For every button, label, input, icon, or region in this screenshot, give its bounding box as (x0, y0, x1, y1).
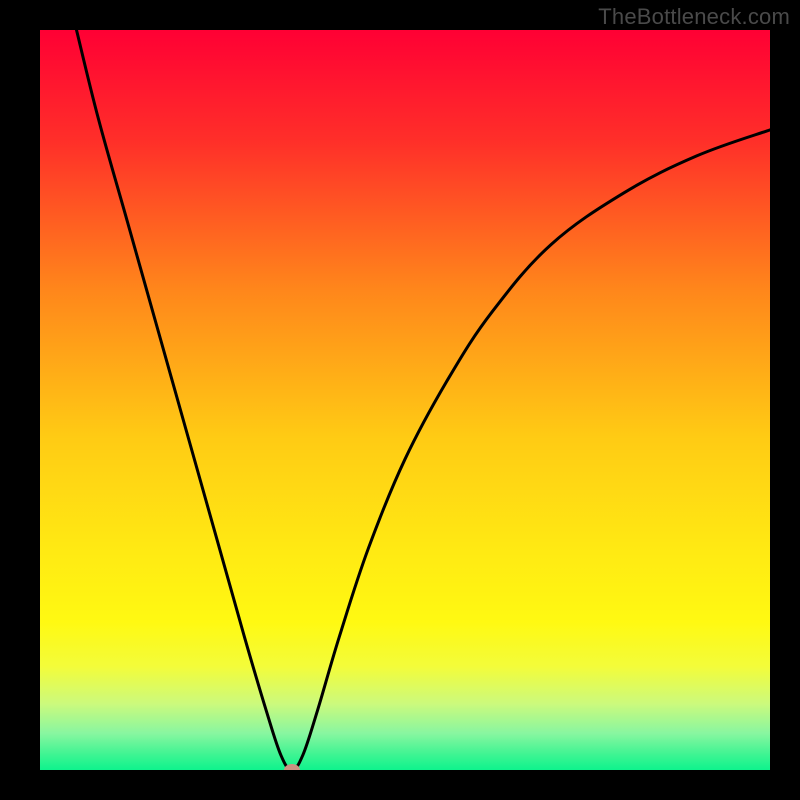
minimum-marker (284, 764, 300, 770)
watermark-text: TheBottleneck.com (598, 4, 790, 30)
curve-layer (40, 30, 770, 770)
plot-area (40, 30, 770, 770)
chart-canvas: TheBottleneck.com (0, 0, 800, 800)
bottleneck-curve-path (77, 30, 771, 770)
